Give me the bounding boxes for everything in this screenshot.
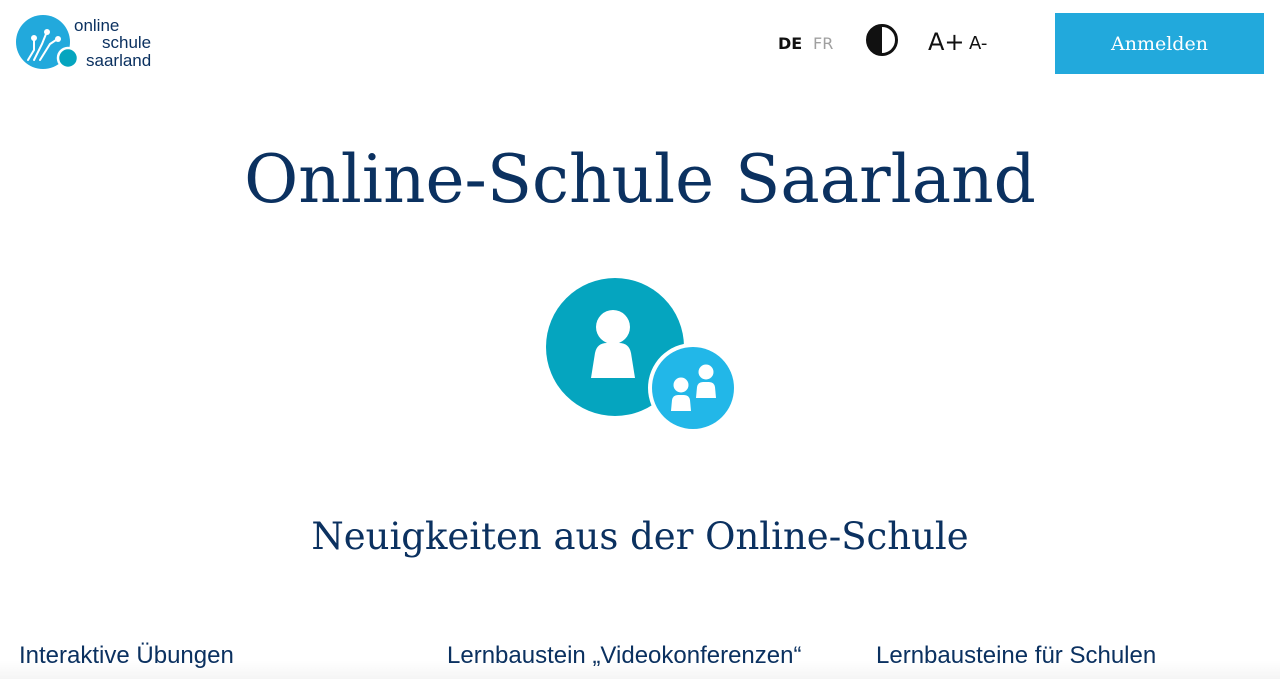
logo-text-saarland: saarland — [86, 51, 152, 70]
news-item-learning-modules-schools[interactable]: Lernbausteine für Schulen — [876, 640, 1156, 672]
logo-circuit-icon — [16, 15, 78, 70]
news-heading: Neuigkeiten aus der Online-Schule — [311, 515, 969, 558]
font-increase-button[interactable]: A+ — [928, 28, 965, 56]
contrast-icon[interactable] — [865, 23, 899, 57]
page-title: Online-Schule Saarland — [244, 141, 1036, 218]
logo-text-schule: schule — [102, 33, 152, 52]
site-logo[interactable]: online schule saarland — [16, 14, 176, 72]
news-item-interactive-exercises[interactable]: Interaktive Übungen — [19, 640, 234, 672]
language-de-link[interactable]: DE — [778, 34, 802, 53]
font-decrease-button[interactable]: A- — [969, 33, 987, 54]
login-button[interactable]: Anmelden — [1055, 13, 1264, 74]
language-fr-link[interactable]: FR — [813, 34, 833, 53]
news-item-video-conferences[interactable]: Lernbaustein „Videokonferenzen“ — [447, 640, 801, 672]
teacher-students-icon — [546, 278, 738, 433]
